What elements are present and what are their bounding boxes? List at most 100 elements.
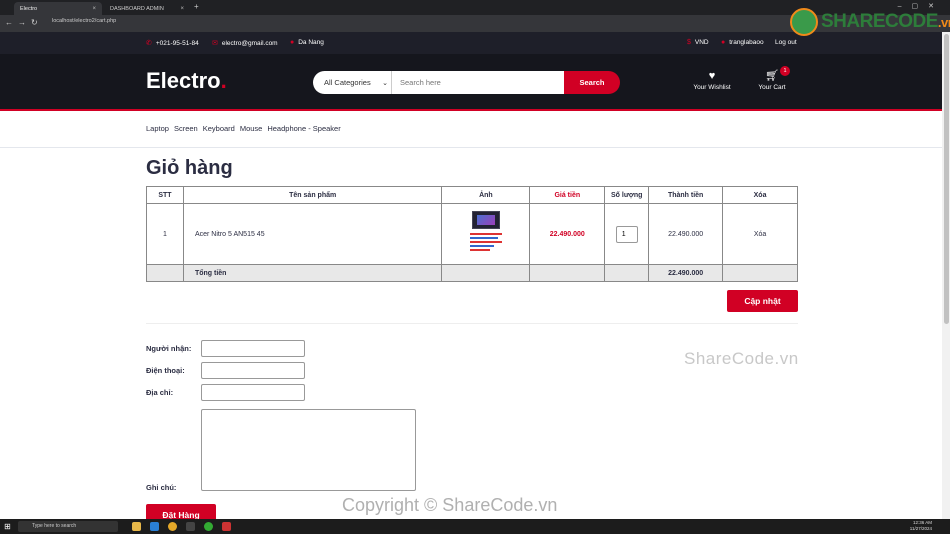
vscode-icon[interactable] <box>150 522 159 531</box>
category-select[interactable]: All Categories ⌄ <box>313 71 392 94</box>
col-header-name: Tên sản phẩm <box>182 186 443 204</box>
logout-link[interactable]: Log out <box>775 39 797 46</box>
col-header-qty: Số lượng <box>604 186 650 204</box>
watermark-text: ShareCode.vn <box>684 349 799 368</box>
delete-link[interactable]: Xóa <box>722 203 798 265</box>
watermark-logo-suffix: .vn <box>937 15 950 30</box>
close-tab-icon[interactable]: × <box>180 6 184 12</box>
cart-qty-badge: 1 <box>780 66 790 76</box>
header-location[interactable]: ● Da Nang <box>290 39 324 46</box>
map-marker-icon: ● <box>290 39 295 46</box>
back-arrow-icon[interactable]: ← <box>5 18 13 27</box>
cell-stt: 1 <box>146 203 184 265</box>
nav-item-mouse[interactable]: Mouse <box>240 124 263 133</box>
reload-icon[interactable]: ↻ <box>31 18 38 27</box>
category-select-value: All Categories <box>324 78 371 87</box>
username-text: tranglabaoo <box>729 39 764 46</box>
website-viewport: ✆ +021-95-51-84 ✉ electro@gmail.com ● Da Na… <box>0 32 942 519</box>
col-header-price: Giá tiền <box>529 186 606 204</box>
address-input[interactable] <box>201 384 305 401</box>
phone-input[interactable] <box>201 362 305 379</box>
cell-price: 22.490.000 <box>529 203 606 265</box>
cell-product-name: Acer Nitro 5 AN515 45 <box>182 203 443 265</box>
sharecode-logo-icon <box>790 8 818 36</box>
clock-date: 11/27/2024 <box>909 526 932 531</box>
recipient-label: Người nhận: <box>146 344 192 353</box>
total-label: Tổng tiền <box>182 264 443 282</box>
nav-item-keyboard[interactable]: Keyboard <box>203 124 235 133</box>
note-label: Ghi chú: <box>146 483 177 492</box>
chevron-down-icon: ⌄ <box>382 79 388 87</box>
cell-image <box>441 203 531 265</box>
nav-item-laptop[interactable]: Laptop <box>146 124 169 133</box>
windows-start-icon[interactable]: ⊞ <box>4 522 11 531</box>
cell-qty <box>604 203 650 265</box>
logo-dot: . <box>220 68 227 93</box>
nav-item-headphone-speaker[interactable]: Headphone - Speaker <box>267 124 340 133</box>
currency-text: VND <box>694 39 709 46</box>
table-header-row: STT Tên sản phẩm Ảnh Giá tiền Số lượng T… <box>146 186 798 204</box>
note-textarea[interactable] <box>201 409 416 491</box>
col-header-delete: Xóa <box>722 186 798 204</box>
app-icon[interactable] <box>204 522 213 531</box>
logout-text: Log out <box>775 39 797 46</box>
close-tab-icon[interactable]: × <box>92 6 96 12</box>
taskbar-search-placeholder: Type here to search <box>32 523 77 529</box>
col-header-subtotal: Thành tiền <box>648 186 724 204</box>
browser-tab-dashboard[interactable]: DASHBOARD ADMIN × <box>104 2 190 15</box>
recipient-input[interactable] <box>201 340 305 357</box>
terminal-icon[interactable] <box>186 522 195 531</box>
section-divider <box>146 323 798 324</box>
main-header: Electro. All Categories ⌄ Search ♥ Your … <box>0 54 942 111</box>
taskbar-search[interactable]: Type here to search <box>18 521 118 532</box>
chrome-icon[interactable] <box>168 522 177 531</box>
wishlist-link[interactable]: ♥ Your Wishlist <box>687 70 737 91</box>
user-icon: ● <box>721 39 726 46</box>
site-logo[interactable]: Electro. <box>146 68 227 94</box>
browser-tab-electro[interactable]: Electro × <box>14 2 102 15</box>
product-thumbnail <box>467 211 505 255</box>
location-text: Da Nang <box>298 39 324 46</box>
forward-arrow-icon[interactable]: → <box>18 18 26 27</box>
sharecode-watermark-logo: SHARECODE.vn <box>790 8 950 36</box>
page-title: Giỏ hàng <box>146 157 233 179</box>
category-navbar: Laptop Screen Keyboard Mouse Headphone -… <box>0 112 942 148</box>
nav-item-screen[interactable]: Screen <box>174 124 198 133</box>
total-row: Tổng tiền 22.490.000 <box>146 264 798 282</box>
search-input[interactable] <box>392 71 564 94</box>
total-value: 22.490.000 <box>648 264 724 282</box>
table-row: 1 Acer Nitro 5 AN515 45 22.490.000 22.49… <box>146 203 798 265</box>
email-text: electro@gmail.com <box>221 39 278 47</box>
url-field[interactable]: localhost/electro2/cart.php <box>52 18 116 24</box>
phone-label: Điện thoại: <box>146 366 185 375</box>
wishlist-label: Your Wishlist <box>693 84 731 91</box>
update-cart-button[interactable]: Cập nhật <box>727 290 798 312</box>
os-taskbar: ⊞ Type here to search 12:36 AM 11/27/202… <box>0 519 950 534</box>
tab-title: Electro <box>20 5 38 12</box>
col-header-stt: STT <box>146 186 184 204</box>
file-explorer-icon[interactable] <box>132 522 141 531</box>
cart-table: STT Tên sản phẩm Ảnh Giá tiền Số lượng T… <box>146 186 798 282</box>
watermark-logo-text: SHARECODE <box>821 11 938 32</box>
address-label: Địa chỉ: <box>146 388 174 397</box>
app-icon[interactable] <box>222 522 231 531</box>
header-currency[interactable]: $ VND <box>687 39 709 46</box>
scrollbar-thumb[interactable] <box>944 34 949 324</box>
header-phone[interactable]: ✆ +021-95-51-84 <box>146 39 199 48</box>
taskbar-clock[interactable]: 12:36 AM 11/27/2024 <box>910 520 932 532</box>
cell-subtotal: 22.490.000 <box>648 203 724 265</box>
dollar-icon: $ <box>687 39 691 46</box>
tab-title: DASHBOARD ADMIN <box>110 5 164 12</box>
quantity-input[interactable] <box>615 225 638 243</box>
heart-icon: ♥ <box>708 70 716 82</box>
copyright-watermark: Copyright © ShareCode.vn <box>342 495 558 515</box>
cart-label: Your Cart <box>758 84 786 91</box>
phone-text: +021-95-51-84 <box>155 39 199 47</box>
search-form: All Categories ⌄ Search <box>313 71 620 94</box>
header-email[interactable]: ✉ electro@gmail.com <box>212 39 278 48</box>
header-user[interactable]: ● tranglabaoo <box>721 39 764 46</box>
new-tab-button[interactable]: + <box>194 2 199 11</box>
search-button[interactable]: Search <box>564 71 620 94</box>
cart-link[interactable]: 🛒︎ Your Cart 1 <box>747 66 797 91</box>
place-order-button[interactable]: Đặt Hàng <box>146 504 216 519</box>
